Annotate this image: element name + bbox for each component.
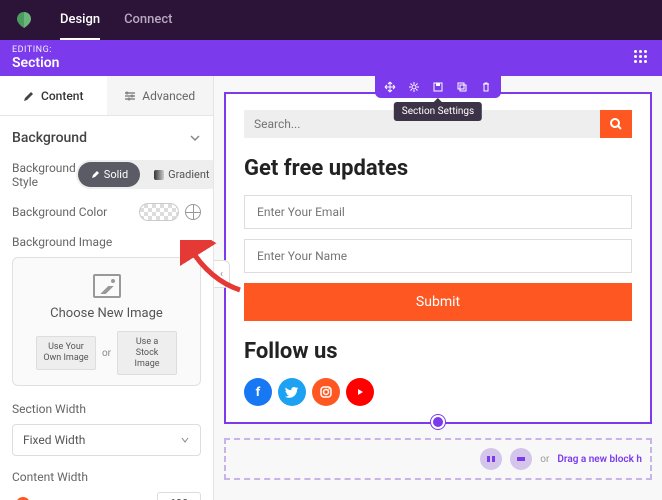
bg-style-toggle: Solid Gradient [76, 160, 214, 189]
drop-text: Drag a new block h [557, 454, 642, 465]
editing-section-name: Section [12, 55, 59, 71]
tab-advanced[interactable]: Advanced [107, 76, 214, 115]
settings-icon[interactable] [407, 80, 421, 94]
section-width-select[interactable]: Fixed Width [12, 424, 201, 456]
section-toolbar [375, 76, 501, 98]
app-logo [12, 8, 36, 32]
content-width-value[interactable]: 600 [157, 492, 201, 500]
bg-color-label: Background Color [12, 205, 107, 219]
row-icon[interactable] [510, 448, 532, 470]
tab-content-label: Content [41, 89, 83, 103]
twitter-icon[interactable] [278, 378, 306, 406]
heading-updates: Get free updates [244, 156, 632, 181]
editing-label: EDITING: [12, 45, 59, 55]
section-width-label: Section Width [12, 402, 201, 416]
columns-icon[interactable] [480, 448, 502, 470]
tab-connect[interactable]: Connect [124, 0, 172, 40]
canvas: Section Settings Get free updates Submit… [214, 76, 662, 500]
name-input[interactable] [244, 239, 632, 273]
save-icon[interactable] [431, 80, 445, 94]
delete-icon[interactable] [479, 80, 493, 94]
tab-design[interactable]: Design [60, 0, 100, 40]
main-tabs: Design Connect [60, 0, 172, 40]
search-button[interactable] [600, 110, 632, 138]
bg-style-label: Background Style [12, 161, 76, 189]
pencil-icon [23, 90, 35, 102]
image-placeholder-icon [93, 274, 121, 298]
chevron-down-icon [180, 435, 190, 445]
image-picker: Choose New Image Use Your Own Image or U… [12, 257, 201, 386]
choose-image-label: Choose New Image [23, 306, 190, 321]
top-bar: Design Connect [0, 0, 662, 40]
facebook-icon[interactable]: f [244, 378, 272, 406]
section-resize-handle[interactable] [431, 415, 445, 429]
color-swatch[interactable] [139, 203, 179, 221]
background-section-header[interactable]: Background [12, 130, 201, 146]
collapse-sidebar-button[interactable]: ‹ [214, 260, 230, 288]
bg-image-label: Background Image [12, 235, 201, 249]
tooltip: Section Settings [394, 102, 482, 121]
sidebar: Content Advanced Background Background S… [0, 76, 214, 500]
gradient-icon [154, 170, 164, 180]
tab-advanced-label: Advanced [142, 89, 195, 103]
tab-content[interactable]: Content [0, 76, 107, 115]
globe-icon[interactable] [185, 204, 201, 220]
background-title: Background [12, 130, 87, 146]
content-width-label: Content Width [12, 470, 201, 484]
or-text: or [102, 348, 111, 359]
sliders-icon [124, 90, 136, 102]
email-input[interactable] [244, 195, 632, 229]
editing-section[interactable]: Get free updates Submit Follow us f [224, 92, 652, 424]
use-stock-image-button[interactable]: Use a Stock Image [117, 331, 177, 375]
move-icon[interactable] [383, 80, 397, 94]
submit-button[interactable]: Submit [244, 283, 632, 321]
brush-icon [90, 170, 100, 180]
social-icons: f [244, 378, 632, 406]
copy-icon[interactable] [455, 80, 469, 94]
search-icon [609, 117, 623, 131]
heading-follow: Follow us [244, 339, 632, 364]
gradient-option[interactable]: Gradient [142, 162, 214, 187]
youtube-icon[interactable] [346, 378, 374, 406]
sidebar-tabs: Content Advanced [0, 76, 213, 116]
drop-zone[interactable]: or Drag a new block h [224, 438, 652, 480]
instagram-icon[interactable] [312, 378, 340, 406]
chevron-down-icon [189, 132, 201, 144]
drop-or: or [540, 454, 549, 465]
editing-bar: EDITING: Section [0, 40, 662, 76]
solid-option[interactable]: Solid [78, 162, 140, 187]
drag-handle-icon[interactable] [634, 50, 650, 66]
use-own-image-button[interactable]: Use Your Own Image [36, 336, 96, 370]
